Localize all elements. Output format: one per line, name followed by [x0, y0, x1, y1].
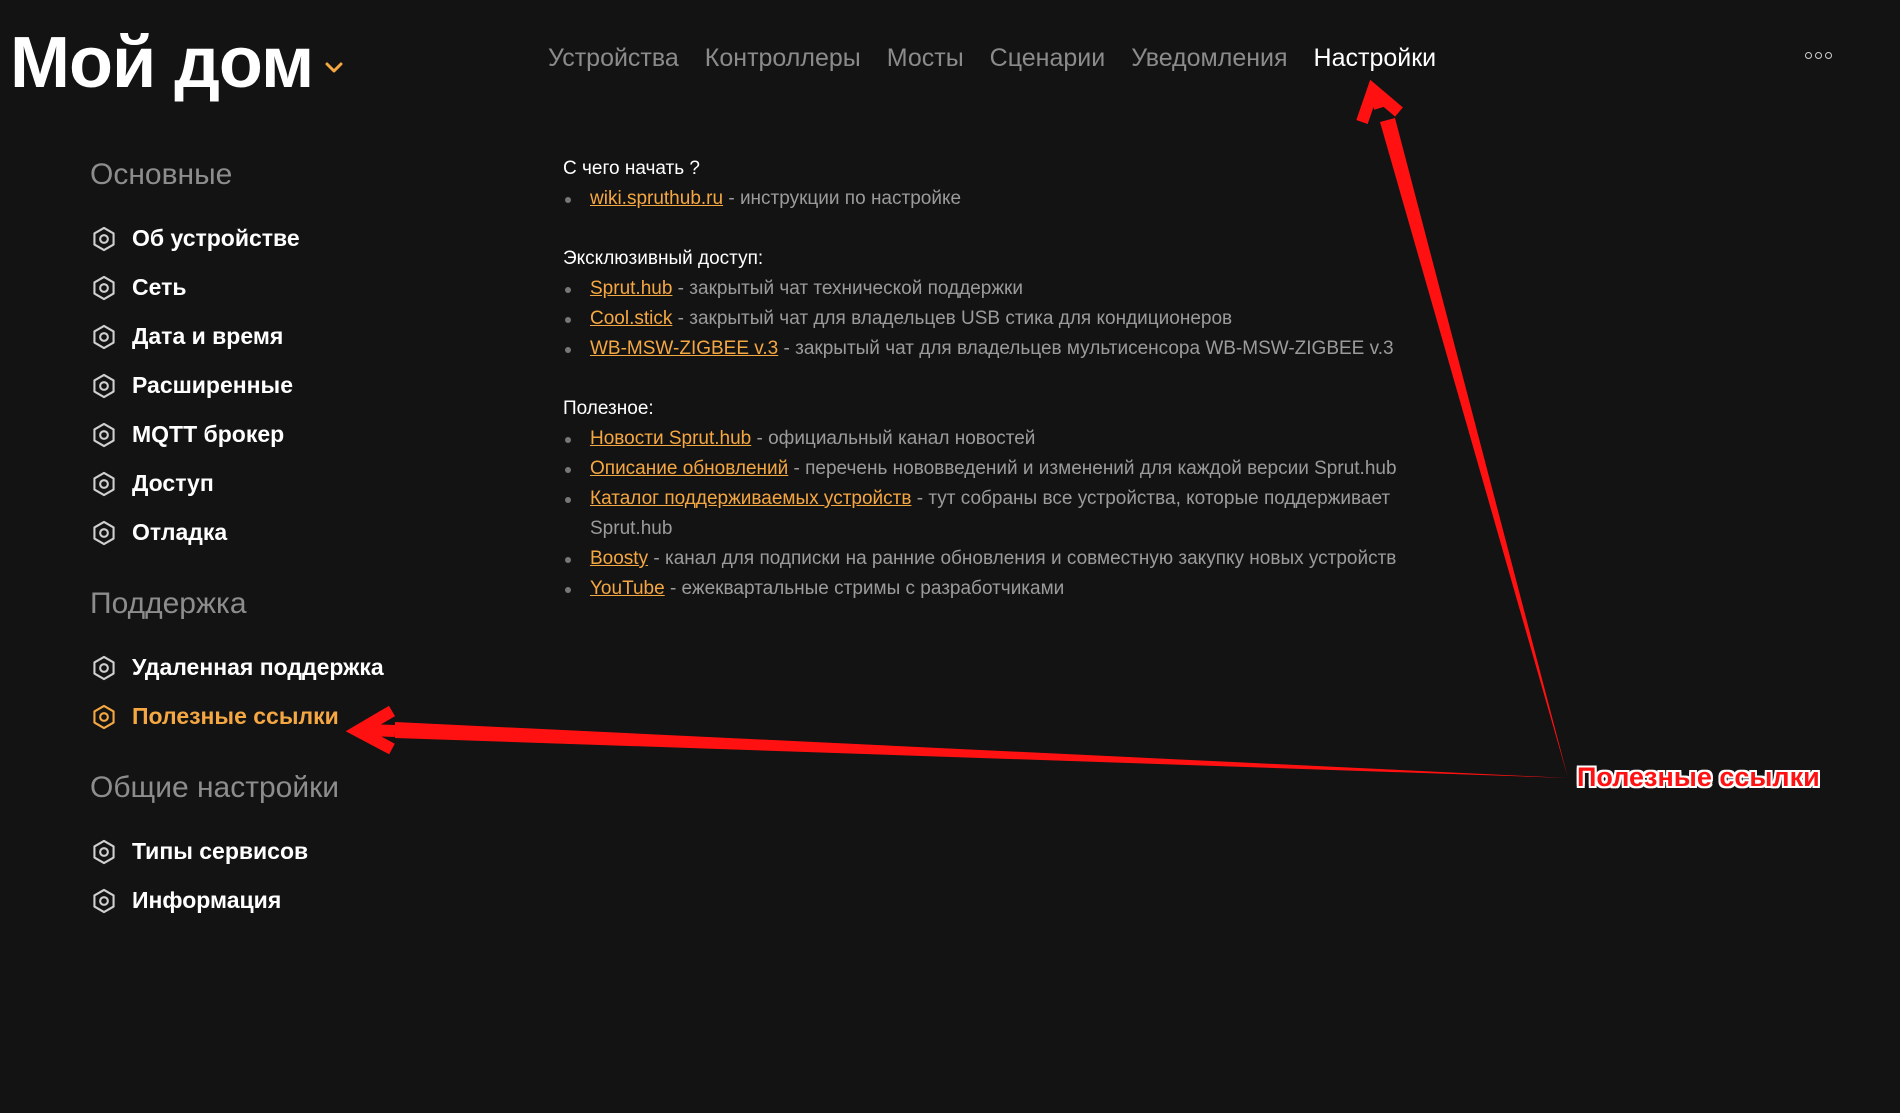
- arrow-to-sidebar-item: [345, 705, 1568, 778]
- arrow-to-settings-tab: [1356, 79, 1568, 778]
- annotation-arrows: [345, 79, 1568, 778]
- annotation-label: Полезные ссылки: [1577, 762, 1820, 792]
